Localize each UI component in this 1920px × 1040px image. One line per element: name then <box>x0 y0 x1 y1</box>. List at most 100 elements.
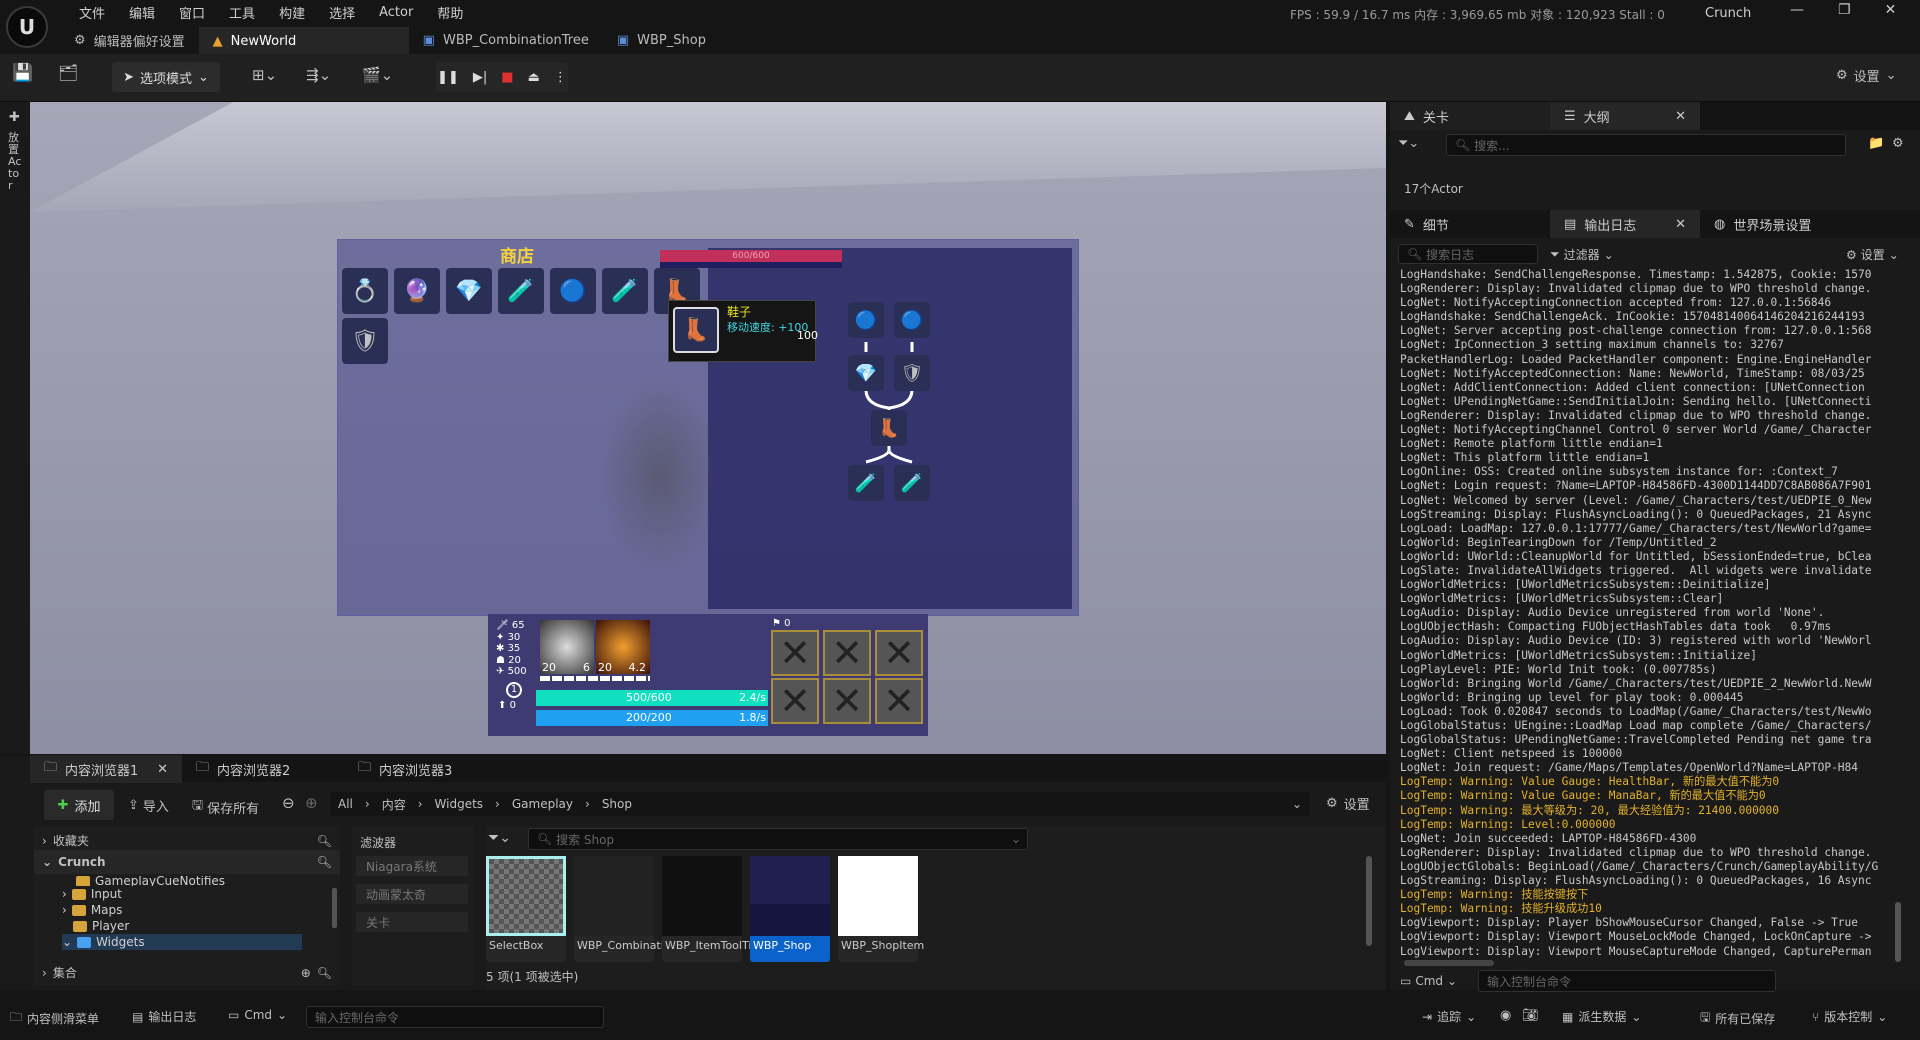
restore-icon[interactable]: ❐ <box>1838 2 1851 18</box>
cmd-selector[interactable]: ▭ Cmd ⌄ <box>228 1008 287 1022</box>
tree-item[interactable]: GameplayCueNotifies <box>76 876 302 886</box>
menu-select[interactable]: 选择 <box>317 3 367 22</box>
source-control-button[interactable]: ⑂ 版本控制 ⌄ <box>1812 1008 1887 1025</box>
tab-outliner[interactable]: ☰ 大纲 ✕ <box>1550 102 1700 130</box>
stop-icon[interactable]: ■ <box>501 70 513 85</box>
search-icon[interactable]: 🔍︎ <box>317 966 332 980</box>
output-log-button[interactable]: ▤ 输出日志 <box>132 1008 196 1025</box>
derived-data-button[interactable]: ▦ 派生数据 ⌄ <box>1562 1008 1641 1025</box>
tab-output-log[interactable]: ▤ 输出日志 ✕ <box>1550 210 1700 238</box>
settings-button[interactable]: ⚙ 设置 ⌄ <box>1836 66 1897 85</box>
tree-node[interactable]: 🧪 <box>894 465 930 501</box>
asset-tile-selected[interactable]: WBP_Shop <box>750 856 830 962</box>
inventory-slot[interactable]: ✕ <box>823 630 871 676</box>
shop-item[interactable]: 🧪 <box>498 268 544 314</box>
menu-tools[interactable]: 工具 <box>217 3 267 22</box>
breadcrumb-item[interactable]: Shop <box>602 797 632 811</box>
search-icon[interactable]: 🔍︎ <box>317 855 332 869</box>
trace-button[interactable]: ⇥ 追踪 ⌄ <box>1422 1008 1476 1025</box>
tree-node[interactable]: 🔵 <box>894 302 930 338</box>
tab-content-browser-3[interactable]: 🗀 内容浏览器3 <box>344 755 466 783</box>
asset-tile[interactable]: WBP_ShopItem <box>838 856 924 962</box>
cmd-selector[interactable]: ▭ Cmd ⌄ <box>1400 974 1457 988</box>
inventory-slot[interactable]: ✕ <box>771 630 819 676</box>
breadcrumb-item[interactable]: Widgets <box>435 797 484 811</box>
asset-tile[interactable]: WBP_Combinati... <box>574 856 674 962</box>
step-icon[interactable]: ▶| <box>473 70 487 85</box>
close-icon[interactable]: ✕ <box>1885 2 1897 18</box>
shop-item[interactable]: 💎 <box>446 268 492 314</box>
record-icon[interactable]: ◉ <box>1500 1008 1511 1023</box>
tab-levels[interactable]: ⛰ 关卡 <box>1390 102 1550 130</box>
chevron-down-icon[interactable]: ⌄ <box>1292 797 1302 811</box>
filter-icon[interactable]: ⏷⌄ <box>488 830 511 846</box>
root-folder-header[interactable]: ⌄ Crunch 🔍︎ <box>34 850 340 874</box>
tree-item[interactable]: › Maps <box>62 902 302 918</box>
log-filter-button[interactable]: ⏷ 过滤器 ⌄ <box>1550 246 1614 263</box>
import-button[interactable]: ⇪ 导入 <box>128 796 169 815</box>
inventory-slot[interactable]: ✕ <box>875 630 923 676</box>
inventory-slot[interactable]: ✕ <box>875 678 923 724</box>
console-input[interactable]: 输入控制台命令 <box>1478 970 1776 992</box>
blueprint-icon[interactable]: ⇶⌄ <box>306 66 331 84</box>
forward-icon[interactable]: ⊕ <box>305 794 318 812</box>
breadcrumb-item[interactable]: All <box>338 797 353 811</box>
favorites-header[interactable]: › 收藏夹 🔍︎ <box>42 832 332 849</box>
tree-node[interactable]: 💎 <box>848 355 884 391</box>
tree-node[interactable]: 🛡 <box>894 355 930 391</box>
all-saved-button[interactable]: 🖫 所有已保存 <box>1700 1008 1775 1029</box>
more-icon[interactable]: ⋮ <box>554 70 567 85</box>
save-all-button[interactable]: 🖫 保存所有 <box>192 796 259 818</box>
tree-item[interactable]: › Input <box>62 886 302 902</box>
new-folder-icon[interactable]: 📁 <box>1868 136 1884 151</box>
tab-wbp-combinationtree[interactable]: ▣ WBP_CombinationTree <box>409 27 603 54</box>
search-icon[interactable]: 🔍︎ <box>317 834 332 848</box>
breadcrumb-item[interactable]: 内容 <box>382 796 406 813</box>
tree-node[interactable]: 🔵 <box>848 302 884 338</box>
tree-item[interactable]: Player <box>73 918 302 934</box>
breadcrumb-item[interactable]: Gameplay <box>512 797 573 811</box>
tab-details[interactable]: ✎ 细节 <box>1390 210 1550 238</box>
gear-icon[interactable]: ⚙ <box>1892 136 1904 151</box>
minimize-icon[interactable]: — <box>1790 2 1804 18</box>
tab-content-browser-1[interactable]: 🗀 内容浏览器1 ✕ <box>30 755 182 783</box>
filter-chip[interactable]: 关卡 <box>356 912 468 932</box>
place-actors-icon[interactable]: ✚ <box>9 110 20 125</box>
tab-content-browser-2[interactable]: 🗀 内容浏览器2 <box>182 755 344 783</box>
collections-header[interactable]: › 集合 ⊕ 🔍︎ <box>42 964 332 981</box>
shop-item[interactable]: 🔵 <box>550 268 596 314</box>
close-icon[interactable]: ✕ <box>1675 217 1686 232</box>
ability-slot-2[interactable]: 20 4.2 <box>596 620 650 674</box>
menu-build[interactable]: 构建 <box>267 3 317 22</box>
tree-scrollbar[interactable] <box>332 888 337 928</box>
shop-item[interactable]: 🛡 <box>342 318 388 364</box>
inventory-slot[interactable]: ✕ <box>823 678 871 724</box>
add-button[interactable]: ✚ 添加 <box>44 790 114 820</box>
asset-scrollbar[interactable] <box>1366 856 1372 946</box>
content-icon[interactable]: 🗂 <box>58 63 78 82</box>
cinematics-icon[interactable]: 🎬⌄ <box>362 66 393 84</box>
content-drawer-button[interactable]: 🗀 内容侧滑菜单 <box>10 1008 99 1029</box>
menu-help[interactable]: 帮助 <box>425 3 475 22</box>
menu-edit[interactable]: 编辑 <box>117 3 167 22</box>
add-collection-icon[interactable]: ⊕ <box>301 966 311 980</box>
log-search-input[interactable]: 🔍︎ 搜索日志 <box>1398 244 1538 264</box>
shop-item[interactable]: 🧪 <box>602 268 648 314</box>
add-actor-icon[interactable]: ⊞⌄ <box>252 66 277 84</box>
close-icon[interactable]: ✕ <box>1675 109 1686 124</box>
camera-icon[interactable]: 📷︎ <box>1522 1008 1539 1023</box>
menu-file[interactable]: 文件 <box>67 3 117 22</box>
menu-window[interactable]: 窗口 <box>167 3 217 22</box>
unreal-logo-icon[interactable]: U <box>6 6 48 48</box>
filter-icon[interactable]: ⏷⌄ <box>1398 136 1419 151</box>
outliner-search-input[interactable]: 🔍︎ 搜索... <box>1446 134 1846 156</box>
tree-node[interactable]: 🧪 <box>848 465 884 501</box>
tab-newworld[interactable]: ▲ NewWorld <box>198 27 409 54</box>
close-icon[interactable]: ✕ <box>157 762 168 777</box>
log-hscrollbar[interactable] <box>1404 960 1494 966</box>
content-settings-button[interactable]: ⚙ 设置 <box>1326 794 1370 813</box>
asset-tile[interactable]: WBP_ItemToolTip <box>662 856 758 962</box>
tree-node[interactable]: 👢 <box>871 410 907 446</box>
tree-item-selected[interactable]: ⌄ Widgets <box>62 934 302 950</box>
shop-item[interactable]: 🔮 <box>394 268 440 314</box>
